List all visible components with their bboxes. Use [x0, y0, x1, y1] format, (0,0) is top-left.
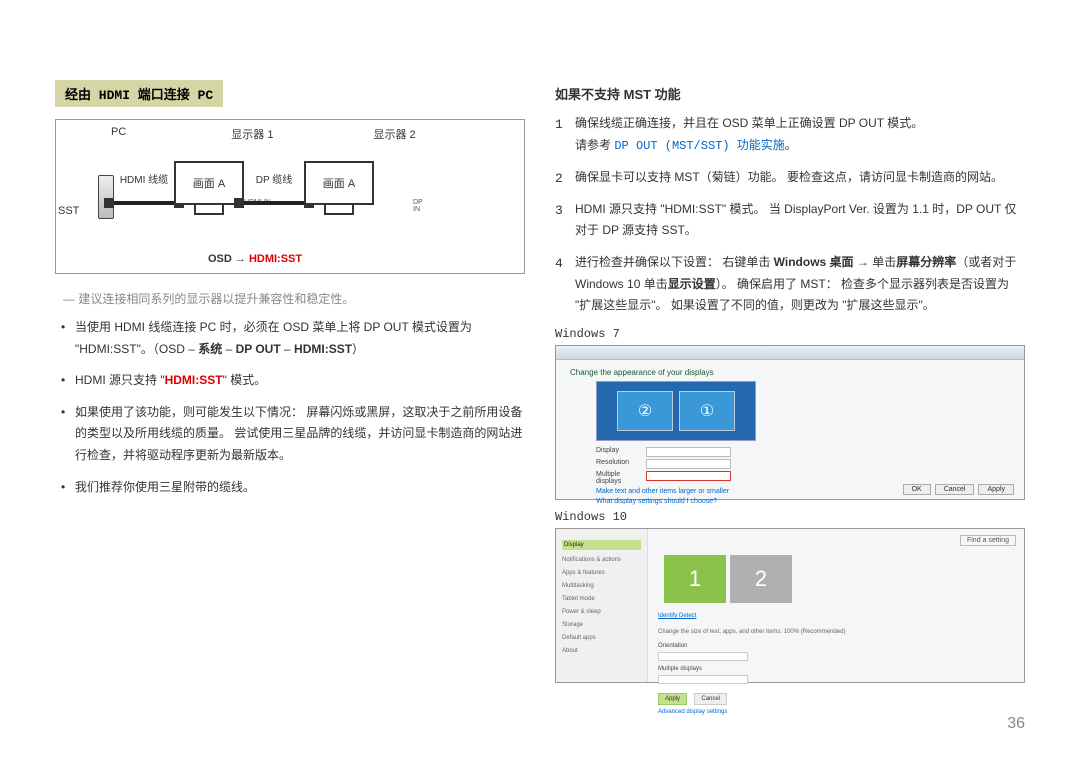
list-item: 4 进行检查并确保以下设置： 右键单击 Windows 桌面 → 单击屏幕分辨率… [555, 252, 1025, 317]
win10-orientation-label: Orientation [658, 643, 1014, 649]
list-item: 1 确保线缆正确连接，并且在 OSD 菜单上正确设置 DP OUT 模式。 请参… [555, 113, 1025, 157]
list-item: 我们推荐你使用三星附带的缆线。 [59, 477, 525, 499]
list-item: 3HDMI 源只支持 "HDMI:SST" 模式。 当 DisplayPort … [555, 199, 1025, 242]
hdmi-cable-icon: HDMI 线缆 [114, 201, 174, 205]
label-sst: SST [58, 205, 79, 217]
steps-list: 1 确保线缆正确连接，并且在 OSD 菜单上正确设置 DP OUT 模式。 请参… [555, 113, 1025, 317]
sidebar-item-display[interactable]: Display [562, 540, 641, 550]
list-item: HDMI 源只支持 "HDMI:SST" 模式。 [59, 370, 525, 392]
win10-scale-text: Change the size of text, apps, and other… [658, 629, 1014, 635]
monitor-2-icon: 画面 A [304, 161, 374, 216]
apply-button[interactable]: Apply [658, 693, 687, 705]
notes-list: 当使用 HDMI 线缆连接 PC 时，必须在 OSD 菜单上将 DP OUT 模… [59, 317, 525, 498]
dp-cable-icon: DP 缆线 [244, 201, 304, 205]
win10-monitor-2-icon: 2 [730, 555, 792, 603]
sidebar-item[interactable]: Storage [562, 622, 641, 628]
sidebar-item[interactable]: About [562, 648, 641, 654]
screenshot-win10: Display Notifications & actions Apps & f… [555, 528, 1025, 683]
win7-buttons: OK Cancel Apply [903, 484, 1014, 495]
sidebar-item[interactable]: Multitasking [562, 583, 641, 589]
win7-heading: Change the appearance of your displays [570, 368, 1010, 377]
win10-monitor-1-icon: 1 [664, 555, 726, 603]
compat-note: ― 建议连接相同系列的显示器以提升兼容性和稳定性。 [63, 290, 525, 307]
label-dp-cable: DP 缆线 [244, 171, 304, 186]
sidebar-item[interactable]: Power & sleep [562, 609, 641, 615]
win10-main: Find a setting 1 2 Identify Detect Chang… [648, 529, 1024, 682]
label-pc: PC [111, 126, 126, 142]
sidebar-item[interactable]: Apps & features [562, 570, 641, 576]
pc-icon [98, 175, 114, 219]
win10-advanced-link[interactable]: Advanced display settings [658, 709, 727, 715]
win7-preview: ② ① [596, 381, 756, 441]
label-windows-7: Windows 7 [555, 327, 1025, 341]
win7-link-help[interactable]: What display settings should I choose? [596, 498, 1010, 505]
label-dp-in: DP IN [413, 199, 423, 213]
cancel-button[interactable]: Cancel [935, 484, 975, 495]
screenshot-win7: Change the appearance of your displays ②… [555, 345, 1025, 500]
win7-monitor-2-icon: ② [617, 391, 673, 431]
section-title-hdmi: 经由 HDMI 端口连接 PC [55, 80, 223, 107]
label-monitor-1: 显示器 1 [231, 126, 273, 142]
win10-multiple-label: Multiple displays [658, 666, 1014, 672]
page-number: 36 [1007, 715, 1025, 733]
link-dp-out[interactable]: DP OUT (MST/SST) 功能实施 [614, 139, 784, 153]
list-item: 当使用 HDMI 线缆连接 PC 时，必须在 OSD 菜单上将 DP OUT 模… [59, 317, 525, 360]
win10-sidebar: Display Notifications & actions Apps & f… [556, 529, 648, 682]
win7-monitor-1-icon: ① [679, 391, 735, 431]
ok-button[interactable]: OK [903, 484, 931, 495]
connection-diagram: PC 显示器 1 显示器 2 SST HDMI 线缆 HDMI IN 画面 A … [55, 119, 525, 274]
win10-multiple-select[interactable] [658, 675, 748, 684]
win10-orientation-select[interactable] [658, 652, 748, 661]
win10-identify-link[interactable]: Identify Detect [658, 613, 696, 619]
list-item: 2确保显卡可以支持 MST（菊链）功能。 要检查这点，请访问显卡制造商的网站。 [555, 167, 1025, 189]
subheading-mst: 如果不支持 MST 功能 [555, 84, 1025, 103]
sidebar-item[interactable]: Notifications & actions [562, 557, 641, 563]
list-item: 如果使用了该功能，则可能发生以下情况： 屏幕闪烁或黑屏，这取决于之前所用设备的类… [59, 402, 525, 467]
find-setting-input[interactable]: Find a setting [960, 535, 1016, 546]
label-monitor-2: 显示器 2 [373, 126, 415, 142]
sidebar-item[interactable]: Default apps [562, 635, 641, 641]
apply-button[interactable]: Apply [978, 484, 1014, 495]
osd-path: OSD → HDMI:SST [208, 253, 302, 265]
label-hdmi-cable: HDMI 线缆 [114, 171, 174, 186]
sidebar-item[interactable]: Tablet mode [562, 596, 641, 602]
cancel-button[interactable]: Cancel [694, 693, 727, 705]
monitor-2-screen: 画面 A [304, 161, 374, 205]
